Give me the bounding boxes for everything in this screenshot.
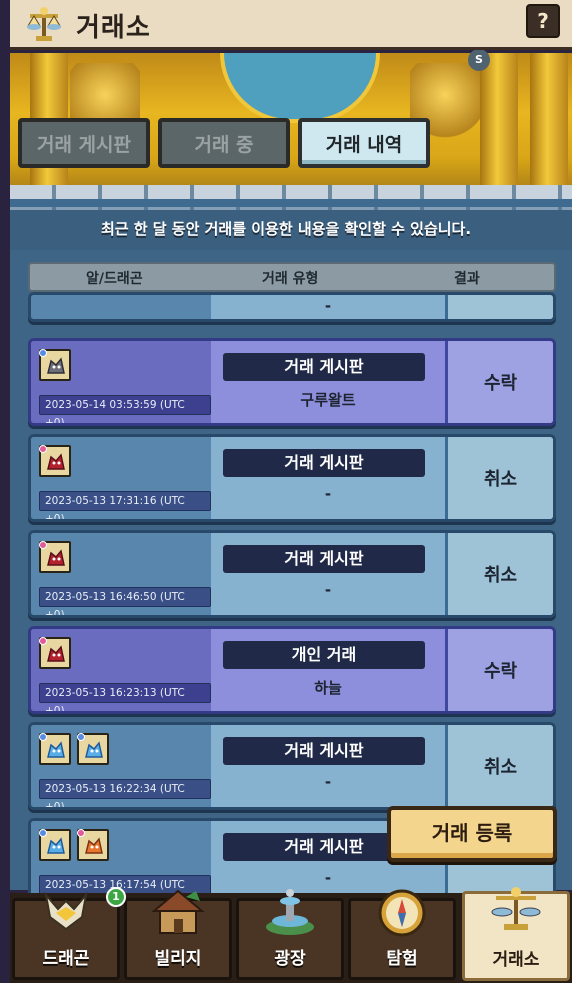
history-row[interactable]: 2023-05-13 16:23:13 (UTC +0) 개인 거래 하늘 수락 bbox=[28, 626, 556, 714]
nav-exchange[interactable]: 거래소 bbox=[462, 887, 570, 981]
trade-type-label: 거래 게시판 bbox=[223, 545, 425, 573]
row-date: 2023-05-13 16:23:13 (UTC +0) bbox=[39, 683, 211, 711]
bottom-nav: 드래곤 1 빌리지 광장 탐험 거래소 bbox=[10, 887, 572, 983]
trade-type-label: 개인 거래 bbox=[223, 641, 425, 669]
header: 거래소 ? bbox=[10, 0, 572, 50]
register-trade-button[interactable]: 거래 등록 bbox=[387, 806, 557, 862]
row-date: 2023-05-13 16:22:34 (UTC +0) bbox=[39, 779, 211, 807]
nav-dragon[interactable]: 드래곤 bbox=[12, 891, 120, 980]
col-trade-type: 거래 유형 bbox=[262, 271, 319, 287]
blue-crystal-dragon-icon bbox=[39, 733, 71, 765]
row-type-cell: 개인 거래 하늘 bbox=[211, 629, 445, 711]
row-result-cell: 수락 bbox=[448, 629, 553, 711]
row-dragon-cell: 2023-05-13 16:46:50 (UTC +0) bbox=[31, 533, 211, 615]
col-egg-dragon: 알/드래곤 bbox=[86, 271, 143, 287]
row-type-cell: 거래 게시판 - bbox=[211, 533, 445, 615]
help-button[interactable]: ? bbox=[526, 4, 560, 38]
trade-type-label: 거래 게시판 bbox=[223, 449, 425, 477]
nav-label: 거래소 bbox=[492, 950, 540, 970]
s-badge: S bbox=[468, 49, 490, 71]
row-type-cell: 거래 게시판 - bbox=[211, 437, 445, 519]
page-title: 거래소 bbox=[76, 13, 151, 43]
red-dragon-icon bbox=[39, 541, 71, 573]
pillar bbox=[480, 53, 518, 203]
trade-partner: - bbox=[324, 485, 332, 503]
trade-partner: - bbox=[324, 869, 332, 887]
scale-icon bbox=[27, 7, 61, 41]
scale-icon bbox=[491, 887, 541, 930]
row-dragon-cell: 2023-05-14 04:35:09 (UTC +0) bbox=[31, 295, 211, 319]
gray-dragon-icon bbox=[39, 349, 71, 381]
row-result-cell: 취소 bbox=[448, 725, 553, 807]
nav-label: 빌리지 bbox=[154, 949, 202, 969]
nav-village[interactable]: 빌리지 bbox=[124, 889, 232, 980]
row-date: 2023-05-13 17:31:16 (UTC +0) bbox=[39, 491, 211, 519]
blue-crystal-dragon-icon bbox=[39, 829, 71, 861]
trade-partner: 하늘 bbox=[314, 679, 342, 697]
trade-result: 수락 bbox=[483, 661, 518, 682]
row-date: 2023-05-13 16:46:50 (UTC +0) bbox=[39, 587, 211, 615]
red-dragon-icon bbox=[39, 445, 71, 477]
row-result-cell: 취소 bbox=[448, 437, 553, 519]
trade-result: 취소 bbox=[483, 469, 518, 490]
nav-plaza[interactable]: 광장 bbox=[236, 889, 344, 980]
blue-crystal-dragon-icon bbox=[77, 733, 109, 765]
column-header: 알/드래곤 거래 유형 결과 bbox=[28, 262, 556, 292]
row-result-cell: 취소 bbox=[448, 533, 553, 615]
trade-result: 취소 bbox=[483, 565, 518, 586]
trade-partner: 구루왈트 bbox=[300, 391, 356, 409]
notification-badge: 1 bbox=[106, 887, 126, 907]
trade-partner: - bbox=[324, 581, 332, 599]
trade-result: 수락 bbox=[483, 373, 518, 394]
row-type-cell: - bbox=[211, 295, 445, 319]
trade-partner: - bbox=[324, 297, 332, 315]
trade-type-label: 거래 게시판 bbox=[223, 353, 425, 381]
nav-label: 탐험 bbox=[386, 949, 418, 969]
fountain-icon bbox=[266, 889, 314, 935]
tab-trade-board[interactable]: 거래 게시판 bbox=[18, 118, 150, 168]
row-dragon-cell: 2023-05-14 03:53:59 (UTC +0) bbox=[31, 341, 211, 423]
pillar bbox=[530, 53, 568, 203]
history-row[interactable]: 2023-05-13 17:31:16 (UTC +0) 거래 게시판 - 취소 bbox=[28, 434, 556, 522]
history-row[interactable]: 2023-05-13 16:46:50 (UTC +0) 거래 게시판 - 취소 bbox=[28, 530, 556, 618]
red-dragon-icon bbox=[39, 637, 71, 669]
history-row[interactable]: 2023-05-13 16:22:34 (UTC +0) 거래 게시판 - 취소 bbox=[28, 722, 556, 810]
info-text: 최근 한 달 동안 거래를 이용한 내용을 확인할 수 있습니다. bbox=[100, 220, 472, 238]
app-root: 거래소 ? 거래 게시판 거래 중 거래 내역 최근 한 달 동안 거래를 이용… bbox=[0, 0, 572, 983]
history-row[interactable]: 2023-05-14 04:35:09 (UTC +0) - bbox=[28, 292, 556, 322]
row-dragon-cell: 2023-05-13 16:22:34 (UTC +0) bbox=[31, 725, 211, 807]
row-result-cell: 수락 bbox=[448, 341, 553, 423]
trade-type-label: 거래 게시판 bbox=[223, 737, 425, 765]
row-type-cell: 거래 게시판 구루왈트 bbox=[211, 341, 445, 423]
arch bbox=[220, 53, 380, 123]
history-row[interactable]: 2023-05-14 03:53:59 (UTC +0) 거래 게시판 구루왈트… bbox=[28, 338, 556, 426]
col-result: 결과 bbox=[454, 271, 480, 287]
row-dragon-cell: 2023-05-13 16:23:13 (UTC +0) bbox=[31, 629, 211, 711]
nav-explore[interactable]: 탐험 bbox=[348, 889, 456, 980]
row-result-cell bbox=[448, 295, 553, 319]
nav-label: 드래곤 bbox=[42, 949, 90, 969]
left-edge bbox=[0, 0, 10, 983]
house-icon bbox=[151, 889, 205, 934]
tab-bar: 거래 게시판 거래 중 거래 내역 bbox=[18, 118, 430, 168]
orange-fox-dragon-icon bbox=[77, 829, 109, 861]
row-dragon-cell: 2023-05-13 17:31:16 (UTC +0) bbox=[31, 437, 211, 519]
dragon-icon bbox=[44, 891, 88, 931]
tab-trading[interactable]: 거래 중 bbox=[158, 118, 290, 168]
row-type-cell: 거래 게시판 - bbox=[211, 725, 445, 807]
nav-label: 광장 bbox=[274, 949, 306, 969]
tab-trade-history[interactable]: 거래 내역 bbox=[298, 118, 430, 168]
compass-icon bbox=[378, 889, 426, 937]
trade-result: 취소 bbox=[483, 757, 518, 778]
row-date: 2023-05-14 03:53:59 (UTC +0) bbox=[39, 395, 211, 423]
trade-partner: - bbox=[324, 773, 332, 791]
